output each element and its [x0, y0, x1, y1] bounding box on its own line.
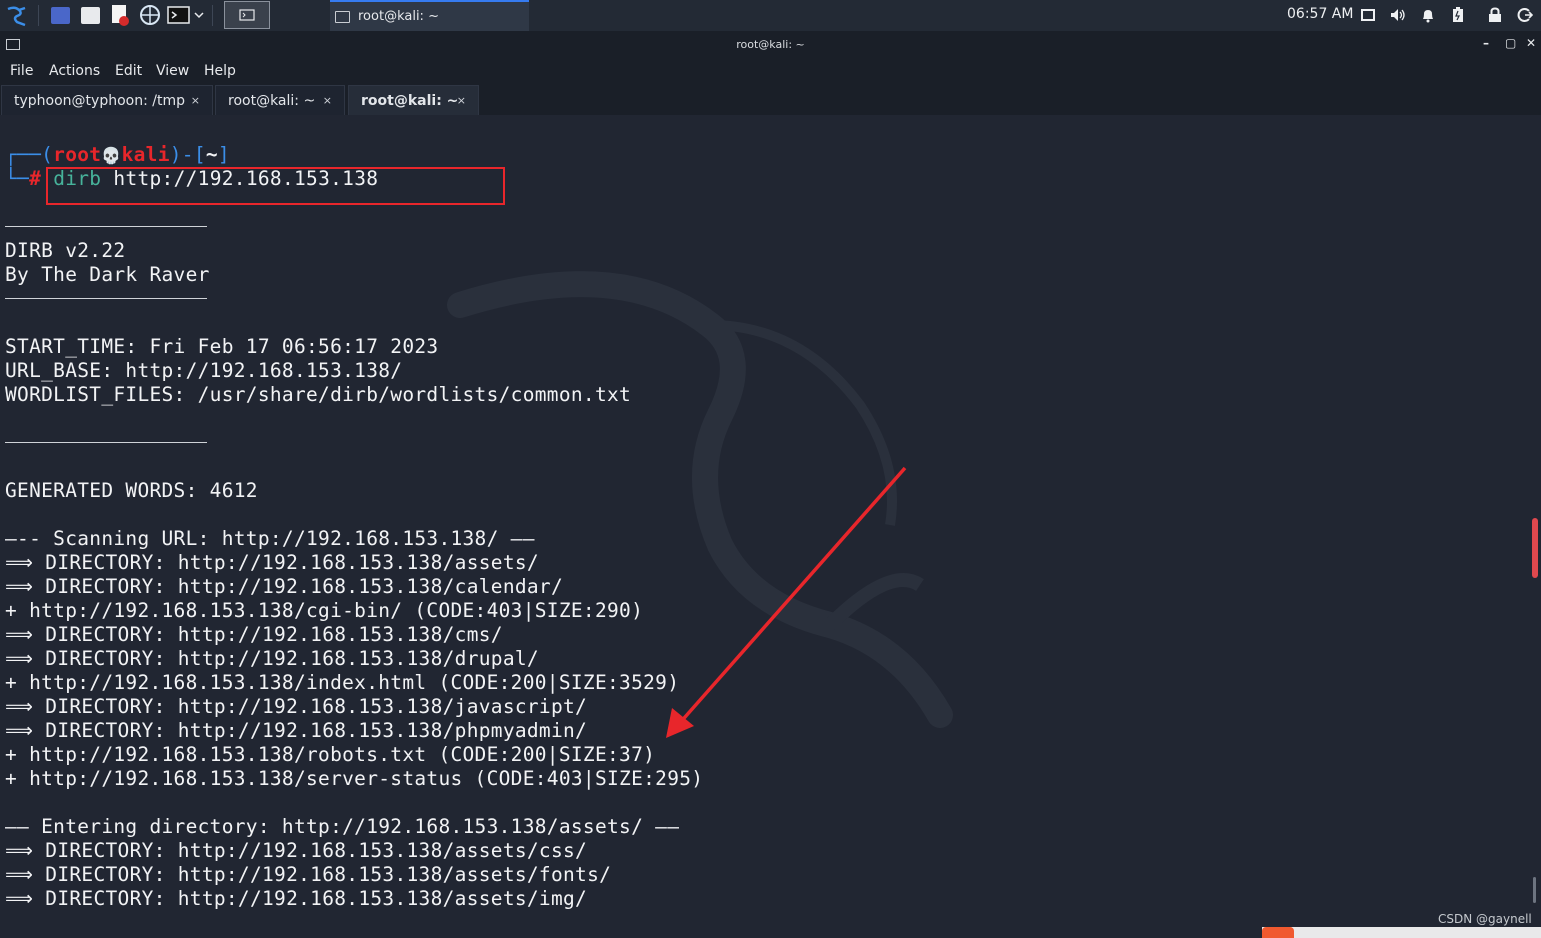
- top-taskbar: root@kali: ~ 06:57 AM: [0, 0, 1541, 32]
- prompt-hash: #: [29, 167, 42, 190]
- watermark: CSDN @gaynell: [1438, 912, 1532, 926]
- tab-label: root@kali: ~: [228, 92, 316, 109]
- menubar: File Actions Edit View Help: [0, 58, 1541, 84]
- prompt-open: ┌──(: [5, 143, 54, 166]
- output-line: + http://192.168.153.138/server-status (…: [5, 767, 704, 790]
- kali-menu-icon[interactable]: [2, 0, 32, 31]
- terminal-output[interactable]: ┌──(root💀kali)-[~] └─# dirb http://192.1…: [0, 115, 1541, 938]
- taskbar-separator: [38, 5, 39, 26]
- scrollbar-thumb[interactable]: [1532, 518, 1538, 578]
- divider: [5, 298, 207, 299]
- file-manager-icon[interactable]: [78, 3, 102, 27]
- volume-icon[interactable]: [1389, 6, 1407, 24]
- output-line: ⟹ DIRECTORY: http://192.168.153.138/asse…: [5, 887, 588, 910]
- annotation-arrow: [666, 466, 907, 738]
- terminal-icon[interactable]: [166, 3, 206, 27]
- lock-icon[interactable]: [1486, 6, 1504, 24]
- divider: [5, 442, 207, 443]
- menu-file[interactable]: File: [10, 63, 33, 79]
- taskbar-separator: [212, 5, 213, 26]
- window-titlebar: root@kali: ~ – ▢ ✕: [0, 31, 1541, 58]
- output-line: ⟹ DIRECTORY: http://192.168.153.138/cms/: [5, 623, 503, 646]
- taskbar-window-entry[interactable]: root@kali: ~: [330, 0, 529, 31]
- battery-icon[interactable]: [1449, 6, 1467, 24]
- divider: [5, 226, 207, 227]
- output-line: —— Entering directory: http://192.168.15…: [5, 815, 680, 838]
- output-line: + http://192.168.153.138/cgi-bin/ (CODE:…: [5, 599, 644, 622]
- tab-label: root@kali: ~: [361, 92, 459, 109]
- scrollbar-marker: [1533, 877, 1536, 903]
- prompt-corner: └─: [5, 167, 30, 190]
- overlay-logo: [1262, 927, 1294, 938]
- text-editor-icon[interactable]: [108, 3, 132, 27]
- menu-help[interactable]: Help: [204, 63, 236, 79]
- prompt-host: kali: [121, 143, 170, 166]
- maximize-button[interactable]: ▢: [1505, 36, 1516, 50]
- tab-typhoon[interactable]: typhoon@typhoon: /tmp ×: [1, 85, 213, 115]
- prompt-dir: ~: [205, 143, 218, 166]
- workspace-switcher[interactable]: [224, 1, 270, 29]
- tab-bar: typhoon@typhoon: /tmp × root@kali: ~ × r…: [0, 84, 1541, 116]
- close-button[interactable]: ✕: [1526, 36, 1536, 50]
- tab-close-icon[interactable]: ×: [323, 94, 332, 107]
- menu-view[interactable]: View: [156, 63, 189, 79]
- output-line: ⟹ DIRECTORY: http://192.168.153.138/asse…: [5, 863, 612, 886]
- output-line: ⟹ DIRECTORY: http://192.168.153.138/asse…: [5, 839, 588, 862]
- prompt-close: ]: [217, 143, 230, 166]
- prompt-user: root: [53, 143, 102, 166]
- taskbar-window-title: root@kali: ~: [358, 9, 439, 24]
- output-line: + http://192.168.153.138/index.html (COD…: [5, 671, 680, 694]
- overlay-strip: [1262, 927, 1541, 938]
- display-icon[interactable]: [1359, 6, 1377, 24]
- output-line: ⟹ DIRECTORY: http://192.168.153.138/cale…: [5, 575, 564, 598]
- tab-label: typhoon@typhoon: /tmp: [14, 92, 185, 109]
- clock[interactable]: 06:57 AM: [1287, 6, 1353, 22]
- output-line: + http://192.168.153.138/robots.txt (COD…: [5, 743, 656, 766]
- output-line: ⟹ DIRECTORY: http://192.168.153.138/asse…: [5, 551, 539, 574]
- tab-root-kali-1[interactable]: root@kali: ~ ×: [215, 85, 345, 115]
- output-line: ⟹ DIRECTORY: http://192.168.153.138/drup…: [5, 647, 539, 670]
- menu-actions[interactable]: Actions: [49, 63, 100, 79]
- output-line: By The Dark Raver: [5, 263, 210, 286]
- logout-icon[interactable]: [1516, 6, 1534, 24]
- annotation-highlight-box: [46, 167, 505, 205]
- output-line: WORDLIST_FILES: /usr/share/dirb/wordlist…: [5, 383, 632, 406]
- output-line: GENERATED WORDS: 4612: [5, 479, 258, 502]
- browser-icon[interactable]: [138, 3, 162, 27]
- tab-root-kali-2[interactable]: root@kali: ~ ×: [348, 85, 479, 115]
- bell-icon[interactable]: [1419, 6, 1437, 24]
- tab-close-icon[interactable]: ×: [191, 94, 200, 107]
- window-title: root@kali: ~: [736, 38, 805, 51]
- prompt-mid: )-[: [169, 143, 206, 166]
- workspace-icon[interactable]: [48, 3, 72, 27]
- tab-close-icon[interactable]: ×: [457, 94, 466, 107]
- menu-edit[interactable]: Edit: [115, 63, 142, 79]
- output-line: ⟹ DIRECTORY: http://192.168.153.138/phpm…: [5, 719, 588, 742]
- minimize-button[interactable]: –: [1483, 36, 1489, 50]
- prompt-header: ┌──(root💀kali)-[~]: [5, 143, 230, 166]
- output-line: ⟹ DIRECTORY: http://192.168.153.138/java…: [5, 695, 588, 718]
- output-line: —-- Scanning URL: http://192.168.153.138…: [5, 527, 535, 550]
- skull-icon: 💀: [101, 146, 122, 165]
- output-line: DIRB v2.22: [5, 239, 126, 262]
- output-line: URL_BASE: http://192.168.153.138/: [5, 359, 403, 382]
- output-line: START_TIME: Fri Feb 17 06:56:17 2023: [5, 335, 439, 358]
- terminal-icon: [335, 10, 350, 23]
